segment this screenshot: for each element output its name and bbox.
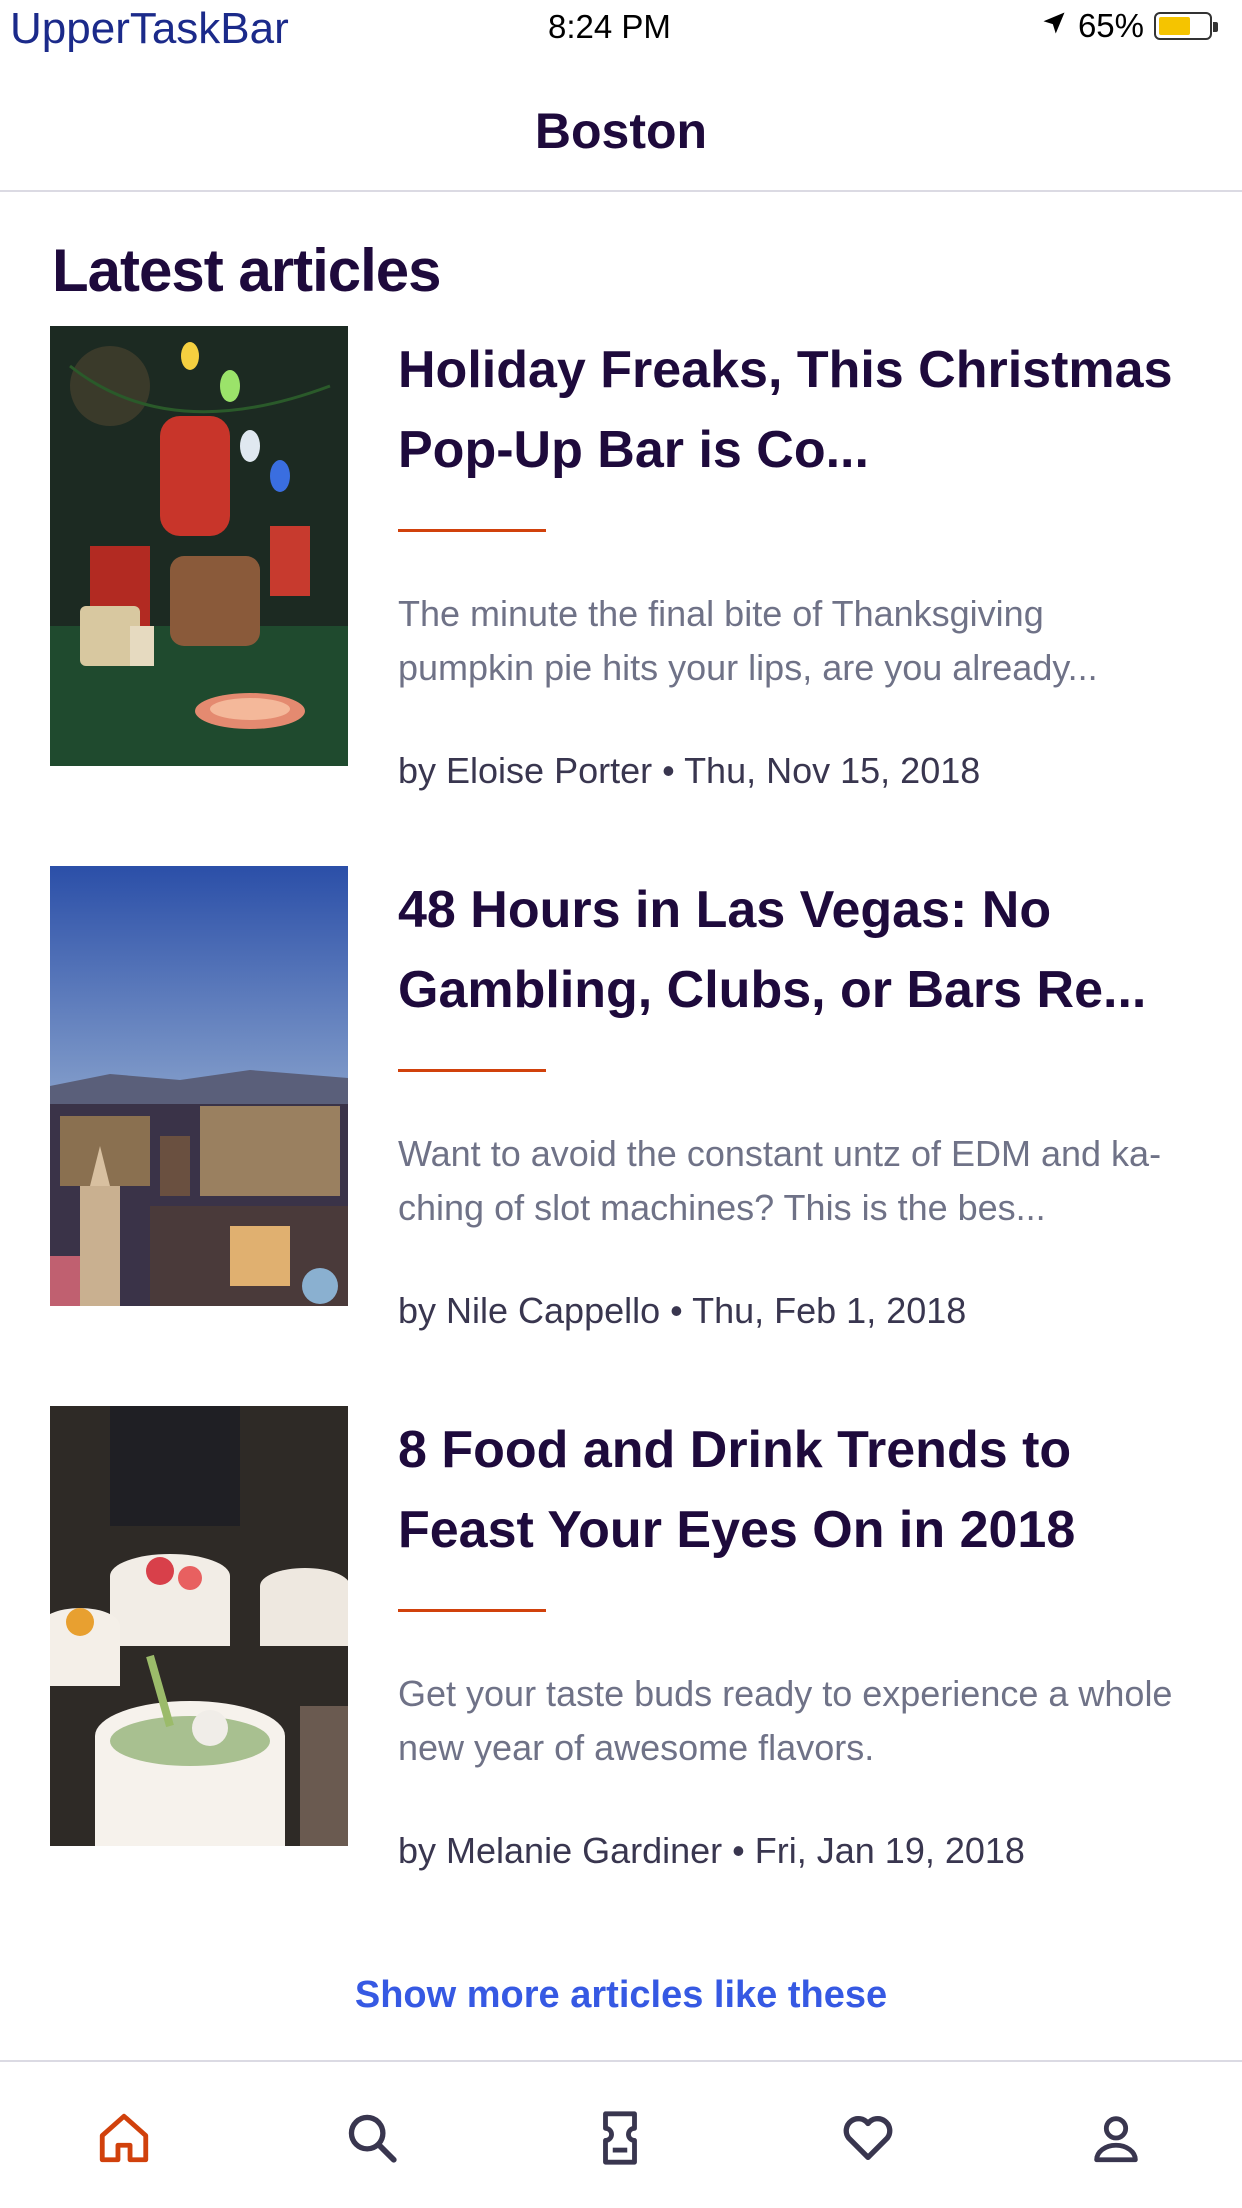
bottom-nav — [0, 2078, 1242, 2208]
ticket-icon — [603, 2111, 637, 2165]
nav-home[interactable] — [94, 2108, 154, 2168]
article-description: Get your taste buds ready to experience … — [398, 1673, 1173, 1768]
article-meta: by Eloise Porter • Thu, Nov 15, 2018 — [398, 750, 981, 791]
nav-search[interactable] — [342, 2108, 402, 2168]
article-title[interactable]: 8 Food and Drink Trends to Feast Your Ey… — [398, 1410, 1178, 1570]
header-divider — [0, 190, 1242, 192]
profile-icon — [1094, 2116, 1138, 2163]
status-time: 8:24 PM — [548, 8, 671, 45]
status-bar: UpperTaskBar 8:24 PM 65% — [0, 0, 1242, 53]
page-title: Boston — [534, 103, 708, 159]
article-meta: by Nile Cappello • Thu, Feb 1, 2018 — [398, 1290, 967, 1331]
nav-profile[interactable] — [1086, 2108, 1146, 2168]
nav-likes[interactable] — [838, 2108, 898, 2168]
status-indicators: 65% — [1040, 6, 1218, 46]
article-description: The minute the final bite of Thanksgivin… — [398, 593, 1098, 688]
article-accent-rule — [398, 529, 546, 532]
battery-icon — [1154, 12, 1218, 40]
article-meta: by Melanie Gardiner • Fri, Jan 19, 2018 — [398, 1830, 1025, 1871]
battery-percent: 65% — [1077, 7, 1144, 44]
location-arrow-icon — [1040, 7, 1068, 45]
article-accent-rule — [398, 1069, 546, 1072]
article-title[interactable]: Holiday Freaks, This Christmas Pop-Up Ba… — [398, 330, 1178, 490]
show-more-link[interactable]: Show more articles like these — [0, 1974, 1242, 2017]
article-accent-rule — [398, 1609, 546, 1612]
search-icon — [348, 2114, 397, 2163]
nav-tickets[interactable] — [590, 2108, 650, 2168]
status-bar-label: UpperTaskBar — [10, 4, 289, 53]
article-image[interactable] — [50, 1406, 348, 1846]
home-icon — [99, 2113, 149, 2163]
article-image[interactable] — [50, 866, 348, 1306]
section-title: Latest articles — [52, 237, 442, 304]
article-image[interactable] — [50, 326, 348, 766]
bottom-nav-divider — [0, 2060, 1242, 2062]
article-description: Want to avoid the constant untz of EDM a… — [398, 1133, 1162, 1228]
heart-icon — [843, 2116, 893, 2160]
article-title[interactable]: 48 Hours in Las Vegas: No Gambling, Club… — [398, 870, 1178, 1030]
